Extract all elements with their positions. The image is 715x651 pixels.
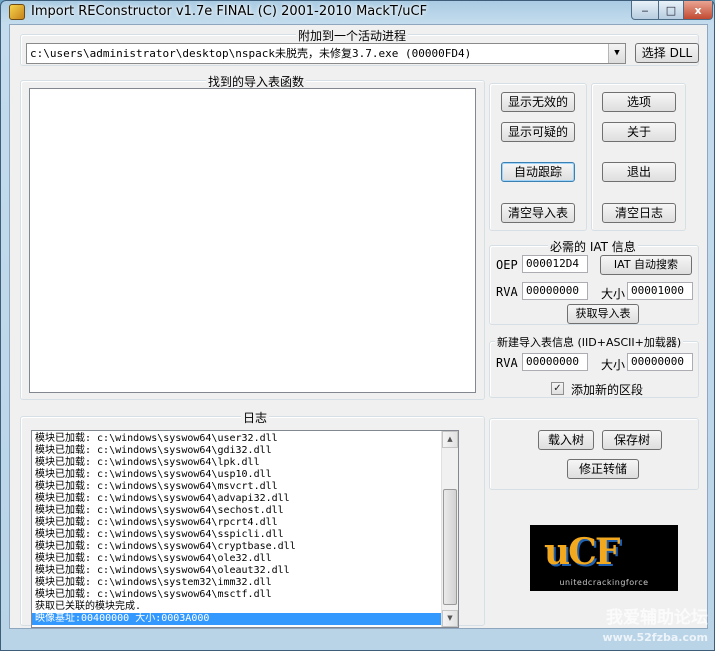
window-title: Import REConstructor v1.7e FINAL (C) 200…: [31, 4, 428, 19]
log-line[interactable]: 模块已加载: c:\windows\system32\imm32.dll: [32, 577, 442, 589]
exit-button[interactable]: 退出: [602, 162, 676, 182]
client-area: 附加到一个活动进程 c:\users\administrator\desktop…: [9, 24, 708, 629]
new-size-label: 大小: [601, 358, 626, 372]
close-button[interactable]: x: [683, 1, 713, 20]
process-select[interactable]: c:\users\administrator\desktop\nspack未脱壳…: [26, 43, 626, 64]
imports-tree[interactable]: [29, 88, 476, 393]
log-group-label: 日志: [241, 409, 270, 426]
log-line[interactable]: 模块已加载: c:\windows\syswow64\sechost.dll: [32, 505, 442, 517]
select-dll-button[interactable]: 选择 DLL: [635, 43, 699, 63]
save-tree-button[interactable]: 保存树: [602, 430, 662, 450]
log-line[interactable]: 模块已加载: c:\windows\syswow64\sspicli.dll: [32, 529, 442, 541]
log-scrollbar[interactable]: ▲ ▼: [441, 431, 458, 627]
log-line[interactable]: 模块已加载: c:\windows\syswow64\user32.dll: [32, 433, 442, 445]
log-lines: 模块已加载: c:\windows\syswow64\user32.dll 模块已…: [32, 433, 442, 625]
oep-field[interactable]: 000012D4: [522, 255, 588, 273]
log-line[interactable]: 模块已加载: c:\windows\syswow64\lpk.dll: [32, 457, 442, 469]
clear-log-button[interactable]: 清空日志: [602, 203, 676, 223]
app-icon: [9, 4, 25, 20]
iat-info-group-label: 必需的 IAT 信息: [548, 238, 638, 255]
show-invalid-button[interactable]: 显示无效的: [501, 92, 575, 112]
iat-rva-label: RVA: [496, 285, 518, 299]
show-suspect-button[interactable]: 显示可疑的: [501, 122, 575, 142]
watermark-line1: 我爱辅助论坛: [606, 608, 708, 628]
log-line[interactable]: 映像基址:00400000 大小:0003A000: [32, 613, 442, 625]
options-button[interactable]: 选项: [602, 92, 676, 112]
scroll-thumb[interactable]: [443, 489, 457, 605]
fix-dump-button[interactable]: 修正转储: [567, 459, 639, 479]
forum-watermark: 我爱辅助论坛 www.52fzba.com: [603, 608, 708, 648]
clear-imports-button[interactable]: 清空导入表: [501, 203, 575, 223]
log-line[interactable]: 模块已加载: c:\windows\syswow64\msctf.dll: [32, 589, 442, 601]
iat-size-label: 大小: [601, 287, 626, 301]
new-rva-field[interactable]: 00000000: [522, 353, 588, 371]
title-bar[interactable]: Import REConstructor v1.7e FINAL (C) 200…: [1, 1, 714, 23]
log-line[interactable]: 模块已加载: c:\windows\syswow64\usp10.dll: [32, 469, 442, 481]
iat-rva-field[interactable]: 00000000: [522, 282, 588, 300]
scroll-up-icon[interactable]: ▲: [442, 431, 458, 448]
attach-group-label: 附加到一个活动进程: [296, 27, 409, 44]
ucf-logo-mark: uCF: [544, 531, 620, 573]
log-line[interactable]: 模块已加载: c:\windows\syswow64\gdi32.dll: [32, 445, 442, 457]
iat-autosearch-button[interactable]: IAT 自动搜索: [600, 255, 692, 275]
new-import-group-label: 新建导入表信息 (IID+ASCII+加载器): [495, 334, 684, 350]
auto-trace-button[interactable]: 自动跟踪: [501, 162, 575, 182]
tree-group: [489, 418, 699, 490]
get-imports-button[interactable]: 获取导入表: [567, 304, 639, 324]
about-button[interactable]: 关于: [602, 122, 676, 142]
maximize-button[interactable]: □: [658, 1, 684, 20]
new-rva-label: RVA: [496, 356, 518, 370]
add-section-checkbox[interactable]: ✓: [551, 382, 564, 395]
load-tree-button[interactable]: 载入树: [538, 430, 594, 450]
checkmark-icon: ✓: [553, 383, 562, 394]
scroll-down-icon[interactable]: ▼: [442, 610, 458, 627]
log-line[interactable]: 模块已加载: c:\windows\syswow64\msvcrt.dll: [32, 481, 442, 493]
log-line[interactable]: 模块已加载: c:\windows\syswow64\cryptbase.dll: [32, 541, 442, 553]
oep-label: OEP: [496, 258, 518, 272]
app-window: Import REConstructor v1.7e FINAL (C) 200…: [0, 0, 715, 651]
new-size-field[interactable]: 00000000: [627, 353, 693, 371]
log-line[interactable]: 模块已加载: c:\windows\syswow64\rpcrt4.dll: [32, 517, 442, 529]
process-select-value: c:\users\administrator\desktop\nspack未脱壳…: [30, 47, 472, 60]
watermark-line2: www.52fzba.com: [602, 631, 708, 644]
ucf-logo-subtitle: unitedcrackingforce: [559, 578, 649, 587]
chevron-down-icon[interactable]: ▼: [608, 44, 625, 63]
ucf-logo: uCF unitedcrackingforce: [530, 525, 678, 591]
log-line[interactable]: 模块已加载: c:\windows\syswow64\ole32.dll: [32, 553, 442, 565]
log-line[interactable]: 获取已关联的模块完成.: [32, 601, 442, 613]
minimize-button[interactable]: ‒: [631, 1, 659, 20]
log-line[interactable]: 模块已加载: c:\windows\syswow64\advapi32.dll: [32, 493, 442, 505]
iat-size-field[interactable]: 00001000: [627, 282, 693, 300]
log-line[interactable]: 模块已加载: c:\windows\syswow64\oleaut32.dll: [32, 565, 442, 577]
log-list[interactable]: 模块已加载: c:\windows\syswow64\user32.dll 模块已…: [31, 430, 459, 628]
add-section-label: 添加新的区段: [571, 383, 644, 397]
